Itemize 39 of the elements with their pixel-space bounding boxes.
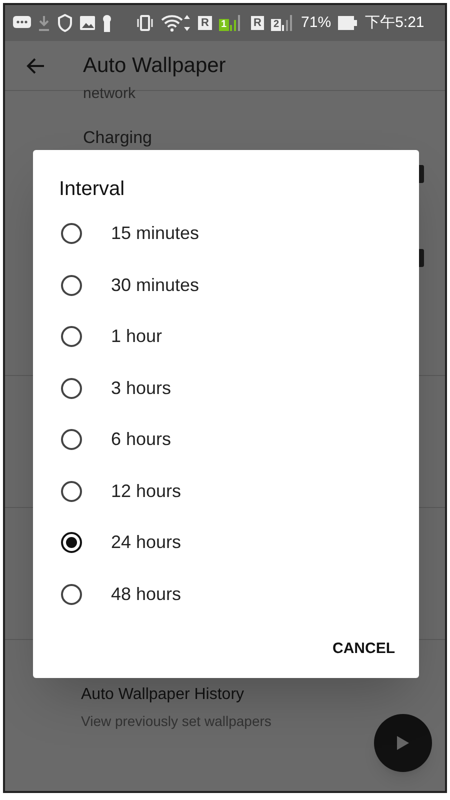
battery-percentage: 71% [301,12,332,33]
option-label[interactable]: 30 minutes [111,272,200,299]
option-label[interactable]: 48 hours [111,580,182,608]
option-label[interactable]: 12 hours [111,478,182,505]
status-time: 下午5:21 [365,12,424,33]
radio-button[interactable] [61,480,82,502]
setting-summary: network [83,85,136,103]
radio-button[interactable] [61,326,82,348]
image-icon [80,16,95,30]
roaming-badge: R [250,16,264,30]
option-label[interactable]: 24 hours [111,529,182,556]
vibrate-icon [136,15,154,31]
sim-slot-badge: 1 [218,19,229,31]
radio-button[interactable] [61,532,82,554]
option-label[interactable]: 1 hour [111,323,162,350]
signal-icon [230,15,240,31]
setting-title: Charging [83,127,152,149]
option-label[interactable]: 15 minutes [111,220,200,248]
signal-icon [282,15,292,31]
back-arrow-icon[interactable] [25,56,45,74]
radio-button[interactable] [61,429,82,450]
download-icon [38,15,50,31]
option-label[interactable]: 3 hours [111,374,172,402]
sim-slot-badge: 2 [271,19,282,31]
wifi-icon [161,14,191,32]
message-icon [13,16,31,30]
toolbar-title: Auto Wallpaper [83,52,226,79]
roaming-badge: R [198,16,212,30]
play-icon [396,735,410,751]
keyhole-icon [102,14,112,32]
cancel-button[interactable]: CANCEL [322,632,405,666]
shield-icon [57,14,73,32]
battery-icon [338,16,358,30]
radio-button[interactable] [61,274,82,296]
radio-button[interactable] [61,223,82,244]
option-label[interactable]: 6 hours [111,426,172,454]
radio-button[interactable] [61,378,82,399]
dialog-title: Interval [59,177,125,202]
radio-button[interactable] [61,584,82,605]
